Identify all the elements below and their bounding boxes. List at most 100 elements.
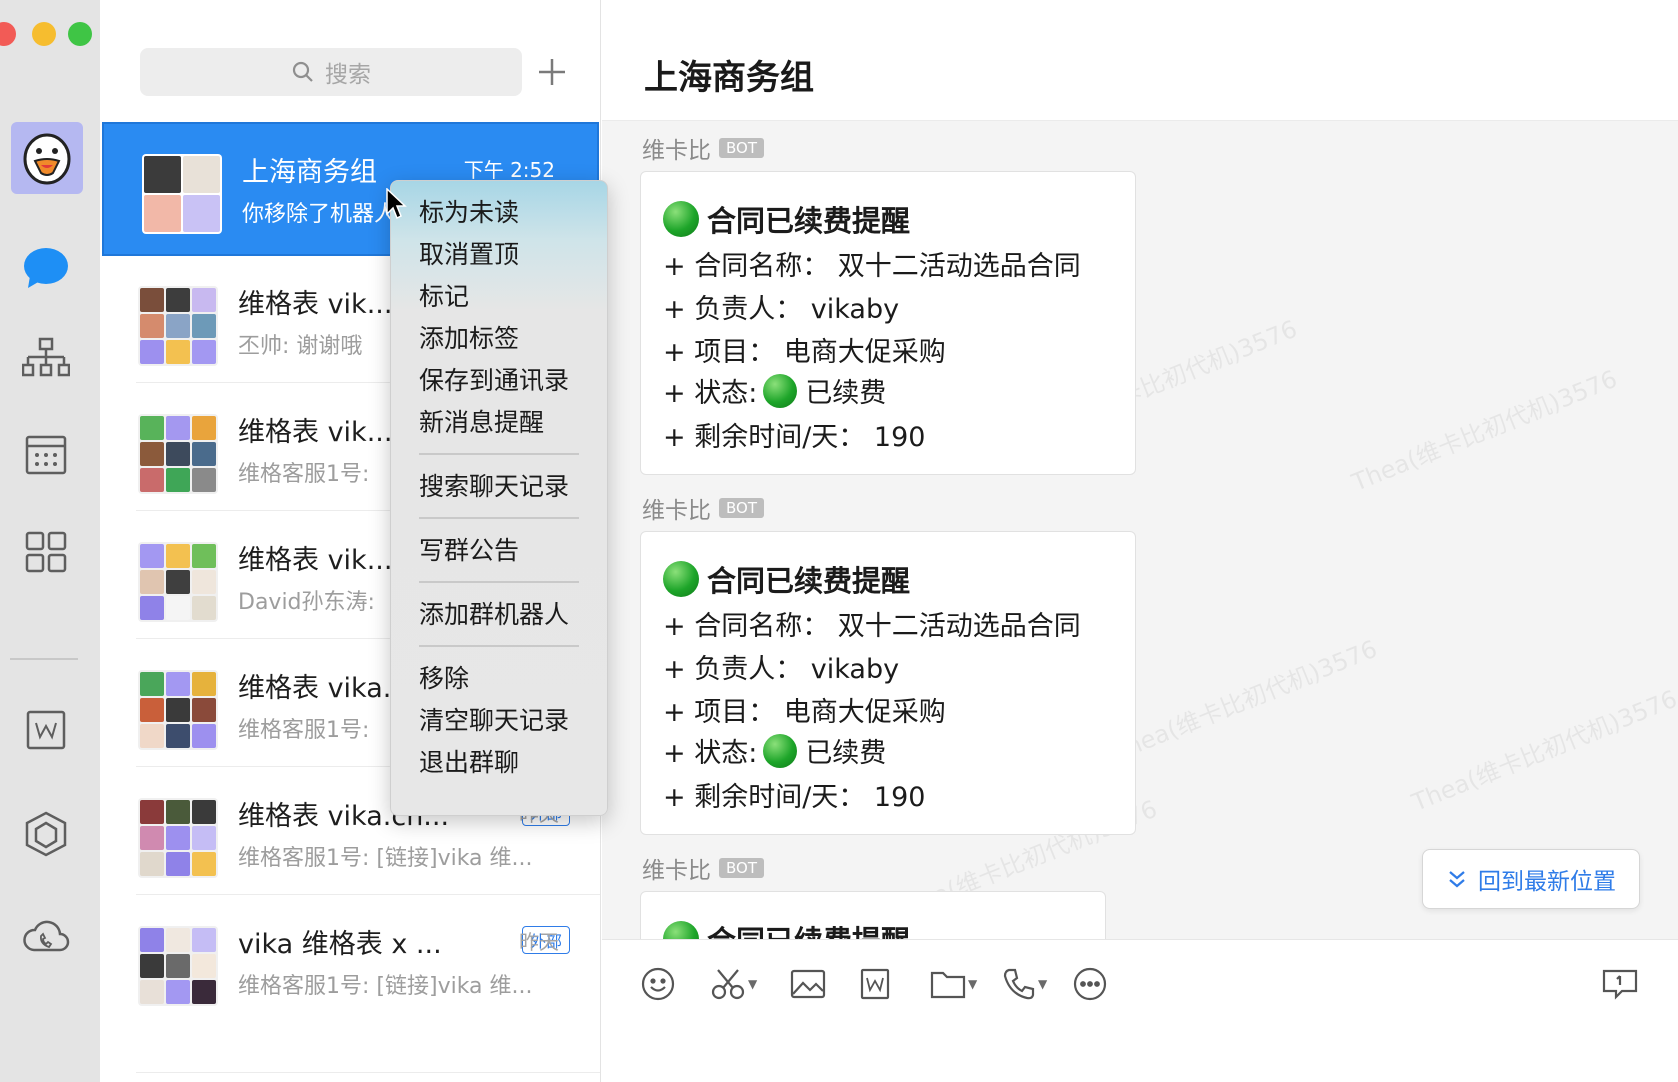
sender-name: 维卡比 (642, 138, 711, 164)
card-title-row: 合同已续费提醒 (663, 918, 910, 939)
cloud-phone-icon[interactable] (18, 908, 74, 964)
menu-item-notifications[interactable]: 新消息提醒 (419, 403, 544, 439)
image-button[interactable] (790, 962, 826, 1006)
search-box[interactable]: 搜索 (140, 48, 522, 96)
screenshot-button[interactable]: ▼ (710, 962, 757, 1006)
create-chat-button[interactable] (528, 48, 576, 96)
message-card[interactable]: 合同已续费提醒 + 合同名称： 双十二活动选品合同 + 负责人： vikaby … (640, 171, 1136, 475)
messages-icon[interactable] (18, 240, 74, 296)
message-composer[interactable]: ▼ ▼ ▼ (602, 939, 1678, 1082)
card-line: + 项目： 电商大促采购 (663, 697, 946, 728)
menu-item-mark[interactable]: 标记 (419, 277, 469, 313)
row-divider (136, 894, 600, 895)
menu-item-add-bot[interactable]: 添加群机器人 (419, 595, 569, 631)
card-line: + 剩余时间/天： 190 (663, 782, 926, 813)
message-sender: 维卡比 BOT (642, 491, 764, 525)
window-minimize-button[interactable] (32, 22, 56, 46)
cube-icon[interactable] (18, 806, 74, 862)
conversation-time: 下午 2:52 (463, 158, 555, 182)
card-title: 合同已续费提醒 (707, 564, 911, 598)
conversation-preview: 维格客服1号: (238, 462, 370, 487)
conversation-name: 维格表 vik... (238, 289, 393, 320)
watermark: Thea(维卡比初代机)3576 (1348, 364, 1622, 497)
plus-icon (539, 59, 565, 85)
folder-icon (930, 971, 966, 999)
menu-item-announcement[interactable]: 写群公告 (419, 531, 519, 567)
chat-panel: 上海商务组 Thea(维卡比初代机)3576 Thea(维卡比初代机)3576 … (602, 0, 1678, 1082)
calendar-icon[interactable] (18, 426, 74, 482)
card-status-line: + 状态: 已续费 (663, 371, 886, 410)
menu-item-remove[interactable]: 移除 (419, 659, 469, 695)
green-circle-icon (763, 733, 798, 768)
menu-item-mark-unread[interactable]: 标为未读 (419, 193, 519, 229)
menu-item-clear-history[interactable]: 清空聊天记录 (419, 701, 569, 737)
rail-divider (10, 658, 78, 660)
document-button[interactable] (860, 962, 890, 1006)
menu-item-add-tag[interactable]: 添加标签 (419, 319, 519, 355)
conversation-name: 维格表 vik... (238, 545, 393, 576)
user-avatar[interactable] (11, 122, 83, 194)
search-icon (292, 61, 313, 82)
message-card[interactable]: 合同已续费提醒 (640, 891, 1106, 939)
status-label: + 状态: (663, 738, 758, 769)
menu-separator (419, 517, 579, 519)
card-title: 合同已续费提醒 (707, 204, 911, 238)
green-circle-icon (663, 561, 699, 597)
bot-tag: BOT (719, 858, 764, 878)
group-avatar (138, 542, 218, 622)
window-close-button[interactable] (0, 22, 16, 46)
chat-title: 上海商务组 (644, 58, 814, 98)
emoji-button[interactable] (640, 962, 676, 1006)
card-status-line: + 状态: 已续费 (663, 731, 886, 770)
bot-tag: BOT (719, 138, 764, 158)
conversation-time: 昨天 (519, 930, 559, 954)
card-line: + 剩余时间/天： 190 (663, 422, 926, 453)
card-title-row: 合同已续费提醒 (663, 198, 910, 240)
group-avatar (138, 798, 218, 878)
status-value: 已续费 (805, 378, 887, 409)
menu-item-save-contacts[interactable]: 保存到通讯录 (419, 361, 569, 397)
mouse-cursor-icon (386, 187, 408, 224)
card-line: + 合同名称： 双十二活动选品合同 (663, 251, 1081, 282)
card-line: + 负责人： vikaby (663, 294, 900, 325)
green-circle-icon (663, 201, 699, 237)
back-to-latest-button[interactable]: 回到最新位置 (1422, 849, 1640, 909)
watermark: Thea(维卡比初代机)3576 (1108, 634, 1382, 767)
window-zoom-button[interactable] (68, 22, 92, 46)
green-circle-icon (763, 373, 798, 408)
file-button[interactable]: ▼ (930, 962, 977, 1006)
menu-item-leave-group[interactable]: 退出群聊 (419, 743, 519, 779)
card-line: + 项目： 电商大促采购 (663, 337, 946, 368)
message-sender: 维卡比 BOT (642, 851, 764, 885)
org-chart-icon[interactable] (18, 330, 74, 386)
group-avatar (138, 286, 218, 366)
menu-item-search-history[interactable]: 搜索聊天记录 (419, 467, 569, 503)
status-label: + 状态: (663, 378, 758, 409)
scissors-icon (711, 969, 745, 1000)
conversation-preview: David孙东涛: (238, 590, 375, 615)
mascot-icon (23, 133, 71, 185)
message-card[interactable]: 合同已续费提醒 + 合同名称： 双十二活动选品合同 + 负责人： vikaby … (640, 531, 1136, 835)
conversation-name: 维格表 vik... (238, 417, 393, 448)
conversation-preview: 维格客服1号: [链接]vika 维... (238, 846, 533, 871)
menu-item-unpin[interactable]: 取消置顶 (419, 235, 519, 271)
app-sidebar (0, 0, 100, 1082)
status-value: 已续费 (805, 738, 887, 769)
workbench-grid-icon[interactable] (18, 524, 74, 580)
back-to-latest-label: 回到最新位置 (1478, 869, 1616, 895)
card-line: + 负责人： vikaby (663, 654, 900, 685)
conversation-preview: 丕帅: 谢谢哦 (238, 334, 363, 359)
document-w-icon (860, 968, 890, 1000)
conversation-name: vika 维格表 x ... (238, 929, 442, 960)
chevron-down-icon: ▼ (968, 977, 978, 991)
chat-history-button[interactable] (1602, 962, 1638, 1006)
more-dots-icon (1073, 967, 1107, 1001)
card-title-row: 合同已续费提醒 (663, 558, 910, 600)
call-button[interactable]: ▼ (1002, 962, 1047, 1006)
document-w-icon[interactable] (18, 702, 74, 758)
conversation-name: 上海商务组 (242, 157, 377, 188)
conversation-item[interactable]: vika 维格表 x ... 外部 昨天 维格客服1号: [链接]vika 维.… (100, 896, 601, 1032)
more-button[interactable] (1072, 962, 1108, 1006)
group-avatar (138, 670, 218, 750)
message-list[interactable]: Thea(维卡比初代机)3576 Thea(维卡比初代机)3576 Thea(维… (602, 121, 1678, 939)
